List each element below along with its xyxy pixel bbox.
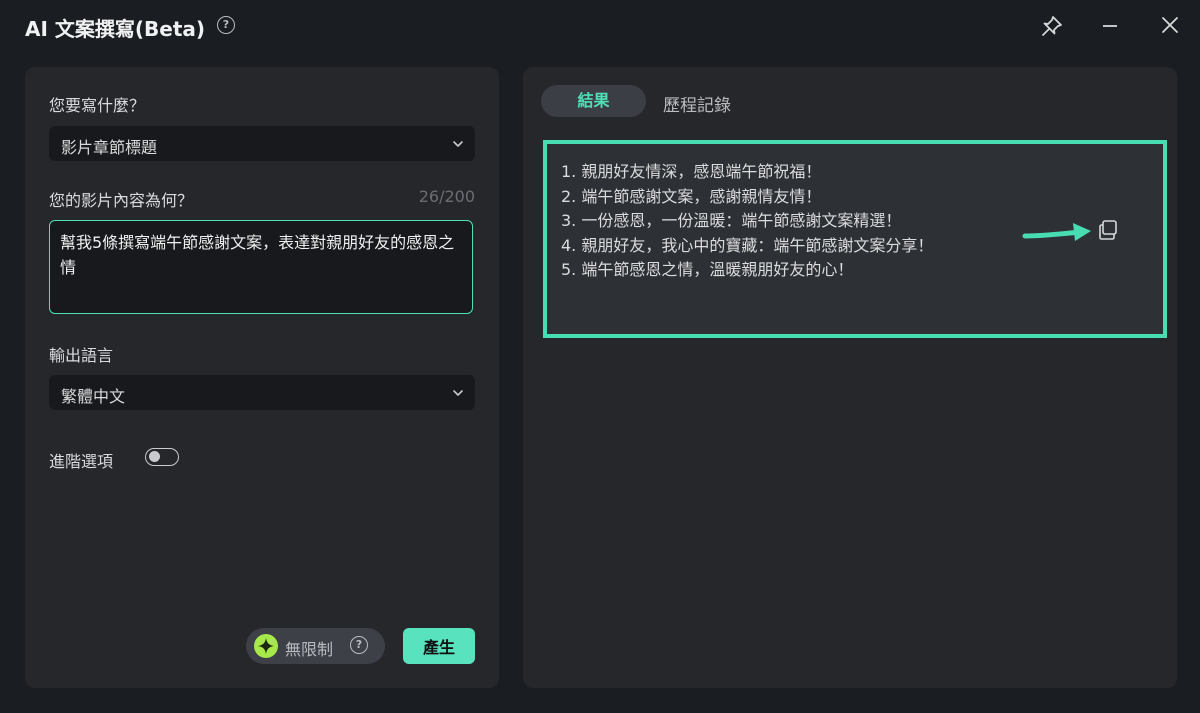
advanced-options-label: 進階選項 [49, 452, 114, 471]
topic-label: 您要寫什麼？ [49, 96, 146, 115]
results-panel: 結果 歷程記錄 1. 親朋好友情深，感恩端午節祝福！ 2. 端午節感謝文案，感謝… [523, 67, 1177, 688]
result-item: 3. 一份感恩，一份溫暖：端午節感謝文案精選！ [561, 211, 902, 230]
language-select[interactable]: 繁體中文 [49, 375, 475, 410]
topic-select[interactable]: 影片章節標題 [49, 126, 475, 161]
minimize-icon[interactable] [1096, 12, 1124, 40]
result-list: 1. 親朋好友情深，感恩端午節祝福！ 2. 端午節感謝文案，感謝親情友情！ 3.… [561, 160, 933, 283]
character-counter: 26/200 [418, 187, 475, 206]
title-bar: AI 文案撰寫(Beta) ? [0, 0, 1200, 52]
chevron-down-icon [453, 141, 463, 147]
result-item: 1. 親朋好友情深，感恩端午節祝福！ [561, 162, 822, 181]
content-textarea[interactable]: 幫我5條撰寫端午節感謝文案，表達對親朋好友的感恩之情 [49, 220, 473, 314]
language-select-value: 繁體中文 [61, 387, 126, 406]
toggle-knob [149, 451, 160, 462]
copy-icon[interactable] [1095, 217, 1121, 243]
help-icon[interactable]: ? [350, 636, 368, 654]
close-icon[interactable] [1156, 12, 1184, 40]
chevron-down-icon [453, 390, 463, 396]
content-label: 您的影片內容為何？ [49, 191, 194, 210]
pin-icon[interactable] [1038, 12, 1066, 40]
result-item: 4. 親朋好友，我心中的寶藏：端午節感謝文案分享！ [561, 235, 934, 255]
arrow-annotation-icon [1022, 223, 1091, 241]
unlimited-credits-pill[interactable]: 無限制 ? [246, 628, 385, 664]
tab-history[interactable]: 歷程記錄 [663, 91, 731, 116]
generate-button[interactable]: 產生 [403, 628, 475, 664]
input-panel: 您要寫什麼？ 影片章節標題 您的影片內容為何？ 26/200 幫我5條撰寫端午節… [25, 67, 499, 688]
result-item: 2. 端午節感謝文案，感謝親情友情！ [561, 186, 822, 206]
result-item: 5. 端午節感恩之情，溫暖親朋好友的心！ [561, 260, 854, 279]
tab-results[interactable]: 結果 [541, 85, 646, 117]
sparkle-icon [254, 634, 278, 658]
language-label: 輸出語言 [49, 346, 114, 365]
unlimited-label: 無限制 [285, 640, 334, 659]
help-icon[interactable]: ? [217, 16, 235, 34]
advanced-options-toggle[interactable] [145, 448, 179, 466]
topic-select-value: 影片章節標題 [61, 138, 158, 157]
window-title: AI 文案撰寫(Beta) [25, 17, 206, 41]
